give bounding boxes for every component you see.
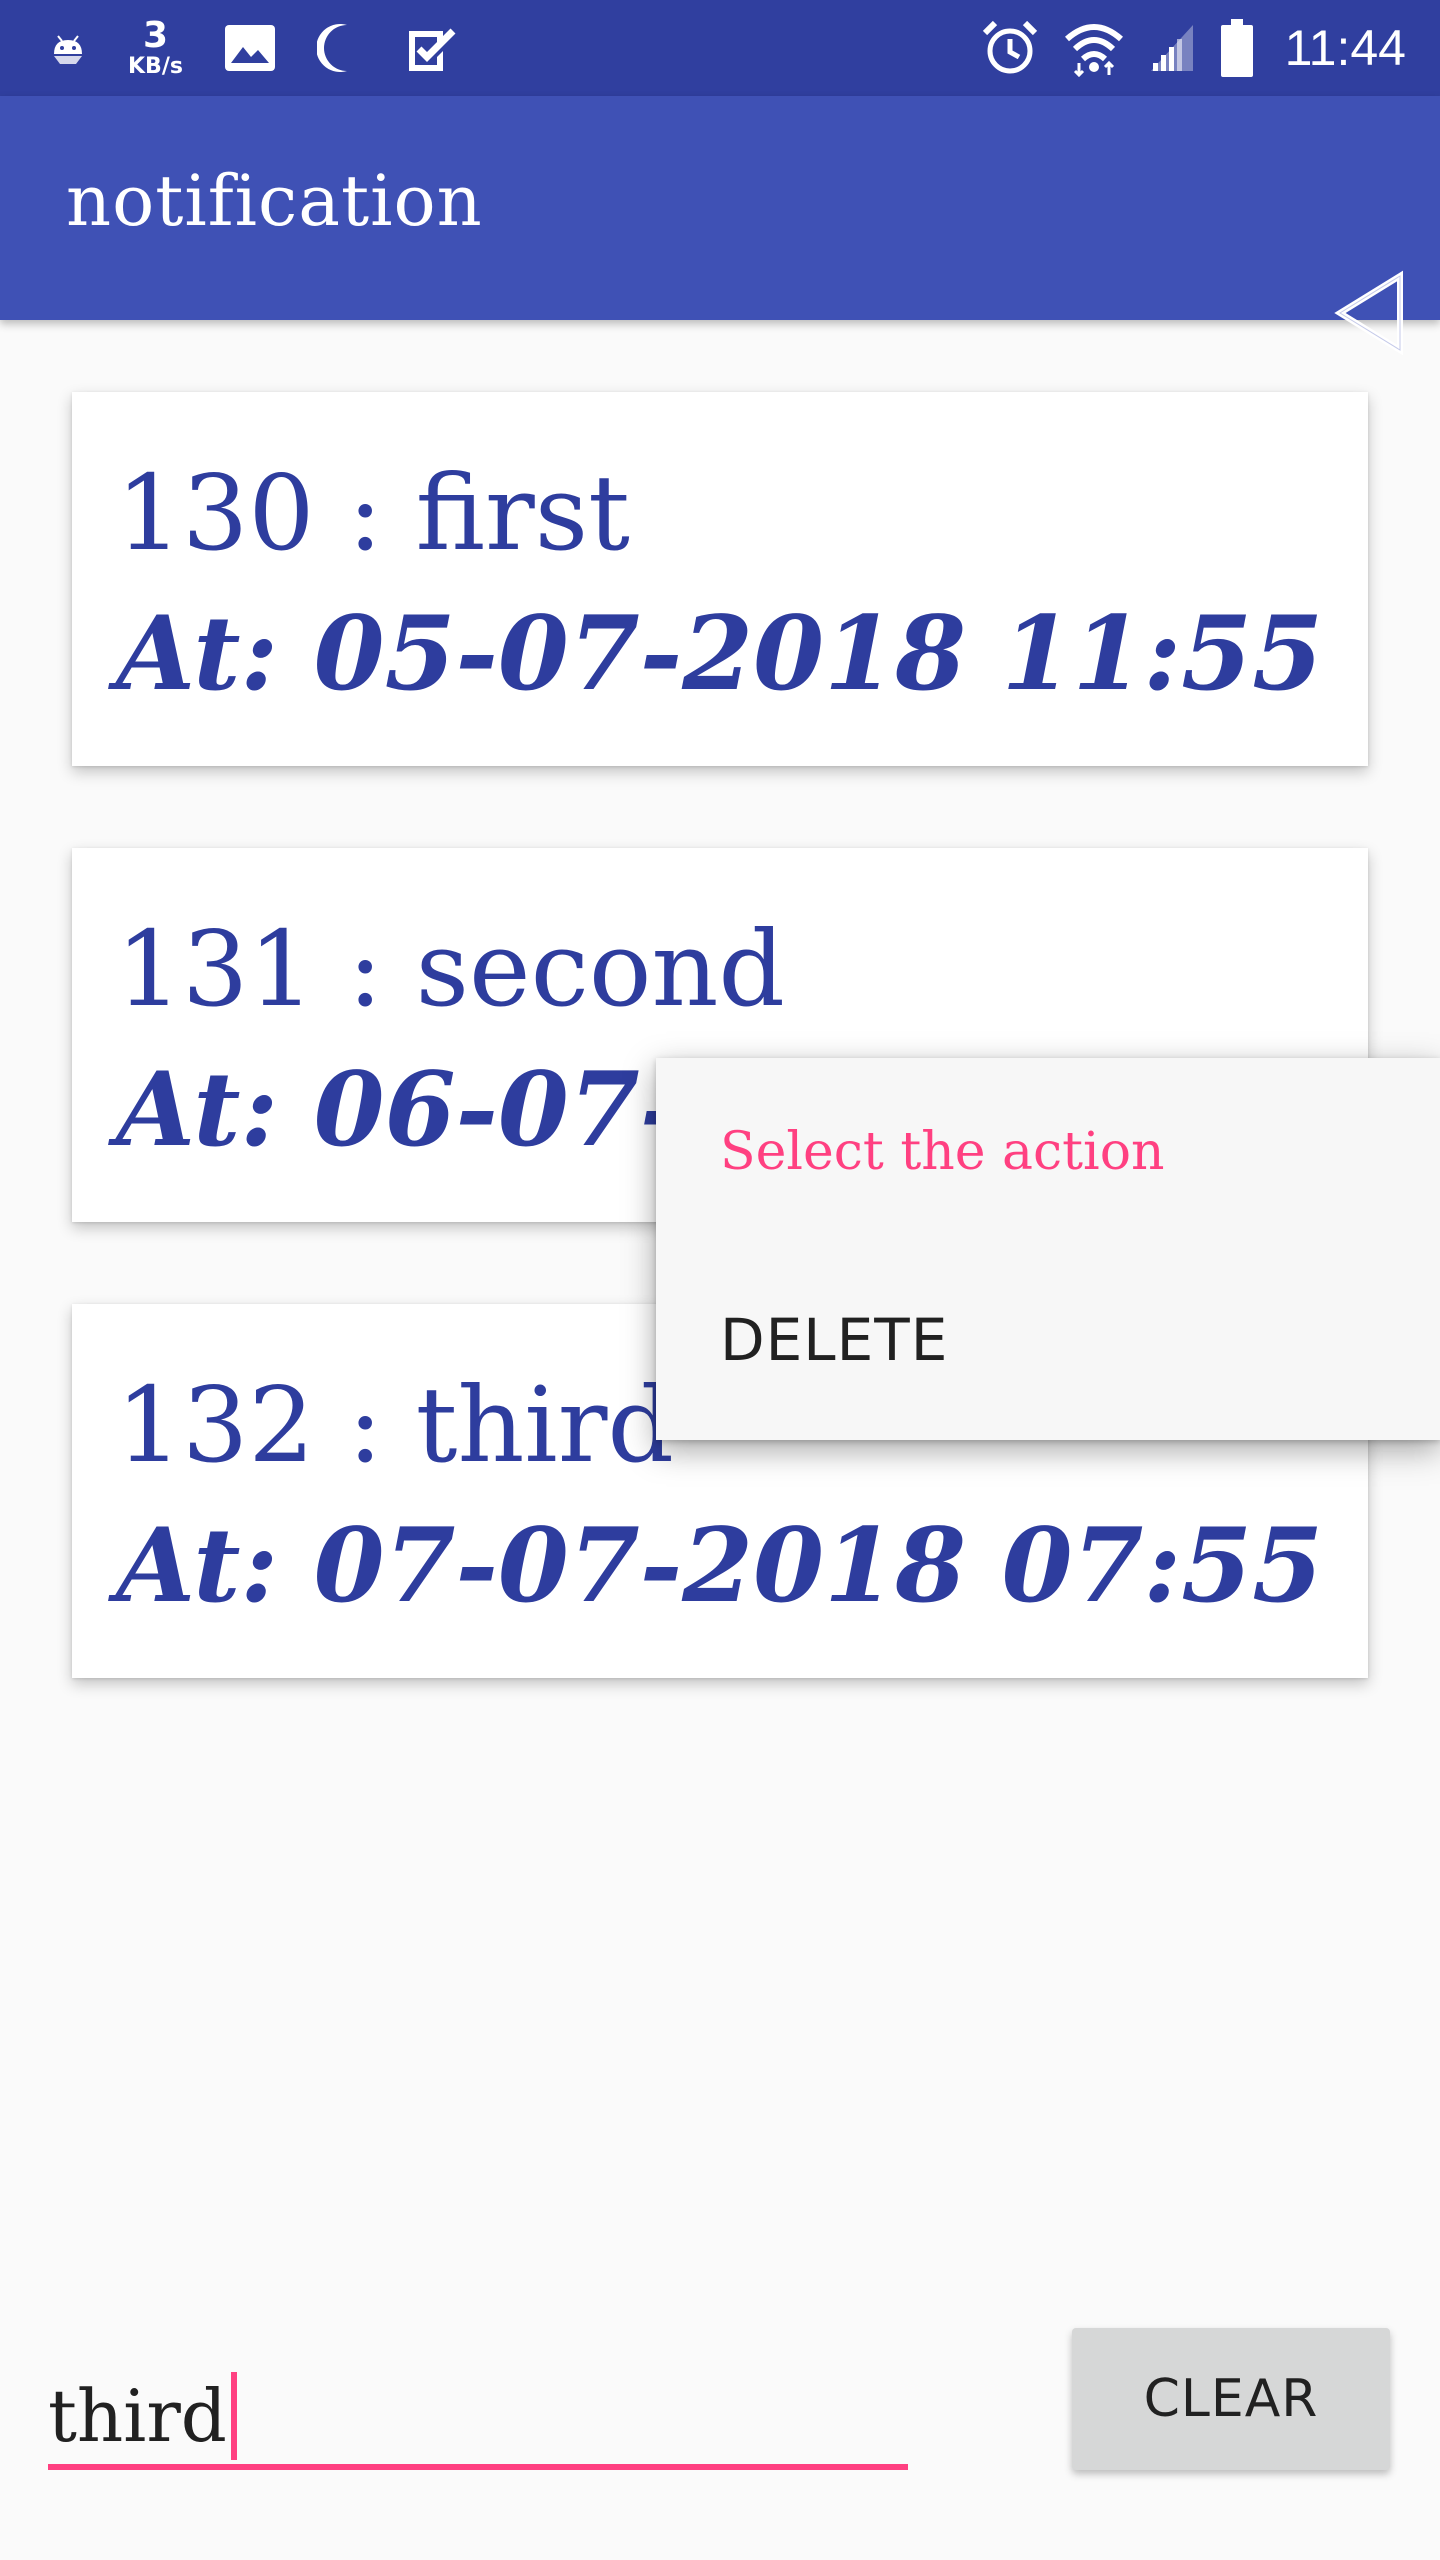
search-input-value: third <box>48 2374 227 2458</box>
clear-button-label: CLEAR <box>1143 2369 1319 2429</box>
battery-icon <box>1219 17 1255 79</box>
search-input[interactable]: third <box>48 2344 908 2474</box>
input-underline <box>48 2464 908 2470</box>
network-speed-value: 3 <box>142 15 168 56</box>
context-menu: Select the action DELETE <box>656 1058 1440 1440</box>
status-bar: 3 KB/s 11:44 <box>0 0 1440 96</box>
android-icon <box>48 28 88 68</box>
card-title: 131 : second <box>116 908 785 1030</box>
card-time: At: 07-07-2018 07:55 <box>116 1506 1324 1626</box>
card-time: At: 05-07-2018 11:55 <box>116 594 1324 714</box>
context-menu-title: Select the action <box>720 1122 1165 1182</box>
status-time: 11:44 <box>1284 20 1406 76</box>
back-triangle-icon[interactable] <box>1330 268 1410 358</box>
notification-card[interactable]: 130 : first At: 05-07-2018 11:55 <box>72 392 1368 766</box>
signal-icon <box>1149 23 1195 73</box>
app-title: notification <box>66 160 483 242</box>
app-bar: notification <box>0 96 1440 320</box>
delete-menu-item[interactable]: DELETE <box>656 1276 1440 1406</box>
clear-button[interactable]: CLEAR <box>1072 2328 1390 2470</box>
network-speed-unit: KB/s <box>128 54 183 79</box>
card-title: 132 : third <box>116 1364 674 1486</box>
network-speed: 3 KB/s <box>128 18 183 78</box>
checkbox-icon <box>403 21 457 75</box>
image-icon <box>223 23 277 73</box>
text-cursor <box>230 2372 237 2460</box>
delete-menu-item-label: DELETE <box>720 1306 949 1374</box>
wifi-icon <box>1063 19 1125 77</box>
card-title: 130 : first <box>116 452 630 574</box>
moon-icon <box>316 21 363 75</box>
alarm-icon <box>981 19 1039 77</box>
